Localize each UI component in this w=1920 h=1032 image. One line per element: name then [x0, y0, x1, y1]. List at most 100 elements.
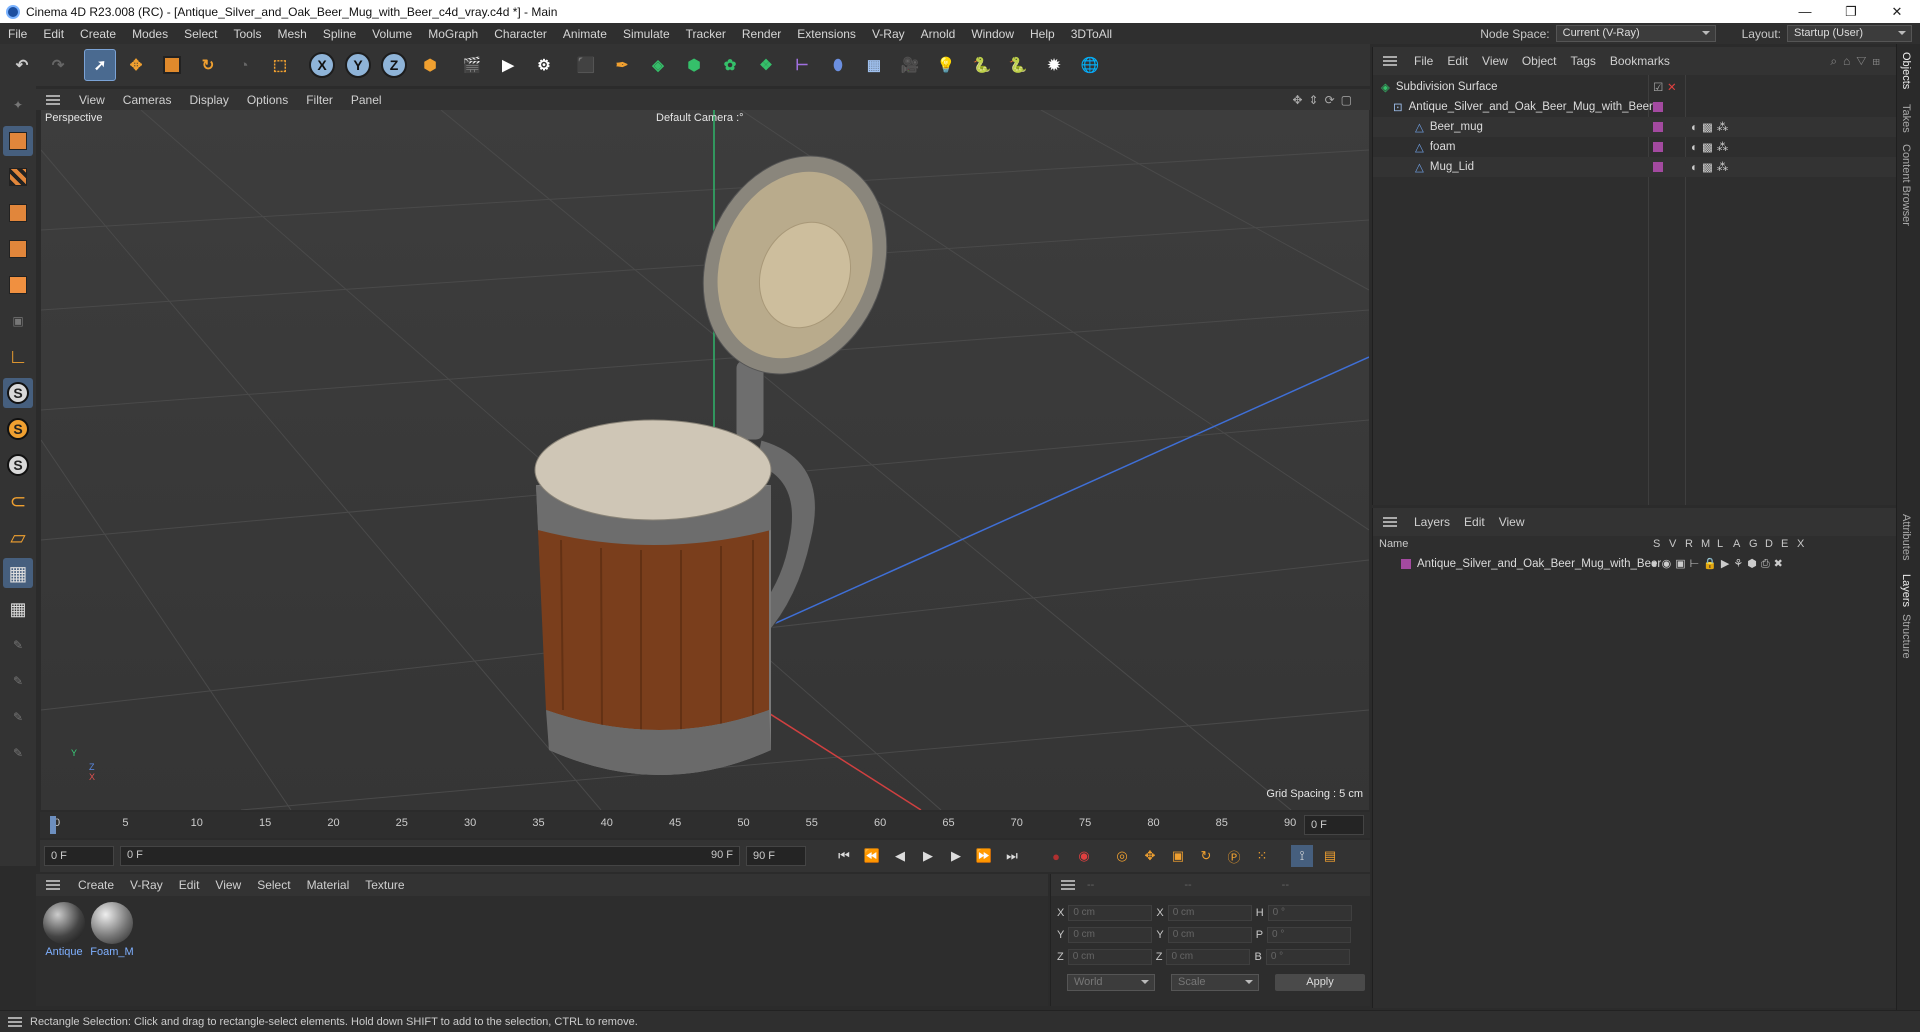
object-name[interactable]: Mug_Lid — [1430, 161, 1474, 173]
key-rotation-icon[interactable]: ↻ — [1195, 845, 1217, 867]
end-frame-field[interactable]: 90 F — [746, 846, 806, 866]
python-script-icon[interactable]: 🐍 — [1002, 49, 1034, 81]
workplane-icon[interactable]: ∟ — [3, 342, 33, 372]
uv-mode-icon[interactable]: ▣ — [3, 306, 33, 336]
node-space-dropdown[interactable]: Current (V-Ray) — [1555, 25, 1716, 42]
recent-tool-icon[interactable]: ◔ — [228, 49, 260, 81]
sculpt-brush-icon[interactable]: ✎ — [3, 630, 33, 660]
size-z-field[interactable]: 0 cm — [1166, 949, 1251, 965]
visibility-check-icon[interactable]: ☑ — [1653, 80, 1663, 94]
rotate-icon[interactable]: ↻ — [192, 49, 224, 81]
menu-select[interactable]: Select — [176, 27, 225, 41]
texture-mode-icon[interactable] — [3, 162, 33, 192]
timeline-ruler[interactable]: 0 5 10 15 20 25 30 35 40 45 50 55 60 65 70 75 80 85 90 0 F — [40, 812, 1370, 838]
scale-icon[interactable] — [156, 49, 188, 81]
key-position-icon[interactable]: ✥ — [1139, 845, 1161, 867]
extrude-icon[interactable]: ⬢ — [678, 49, 710, 81]
viewport-menu-cameras[interactable]: Cameras — [114, 93, 181, 107]
next-key-icon[interactable]: ⏩ — [973, 845, 995, 867]
menu-modes[interactable]: Modes — [124, 27, 176, 41]
obj-menu-view[interactable]: View — [1475, 54, 1515, 68]
layer-color-swatch[interactable] — [1401, 559, 1411, 569]
menu-mesh[interactable]: Mesh — [269, 27, 314, 41]
objects-menu-icon[interactable] — [1383, 56, 1397, 66]
weight-icon[interactable]: ✎ — [3, 702, 33, 732]
coordinate-space-dropdown[interactable]: World — [1067, 974, 1155, 991]
mograph-icon[interactable]: ❖ — [750, 49, 782, 81]
layer-color-tag[interactable] — [1653, 122, 1663, 132]
menu-tools[interactable]: Tools — [225, 27, 269, 41]
vray-settings-icon[interactable]: ✹ — [1038, 49, 1070, 81]
viewport-menu-view[interactable]: View — [70, 93, 114, 107]
menu-mograph[interactable]: MoGraph — [420, 27, 486, 41]
start-frame-field[interactable]: 0 F — [44, 846, 114, 866]
key-scale-icon[interactable]: ▣ — [1167, 845, 1189, 867]
viewport-camera-name[interactable]: Default Camera :° — [656, 112, 744, 124]
minimize-button[interactable]: — — [1782, 0, 1828, 23]
python-icon[interactable]: 🐍 — [966, 49, 998, 81]
move-icon[interactable]: ✥ — [120, 49, 152, 81]
menu-edit[interactable]: Edit — [35, 27, 72, 41]
size-x-field[interactable]: 0 cm — [1167, 905, 1252, 921]
mat-menu-create[interactable]: Create — [70, 878, 122, 892]
rotation-b-field[interactable]: 0 ° — [1265, 949, 1350, 965]
frame-range-slider[interactable]: 0 F 90 F — [120, 846, 740, 866]
axis-x-button[interactable]: X — [306, 49, 338, 81]
material-menu-icon[interactable] — [46, 880, 60, 890]
deformer-icon[interactable]: ⊢ — [786, 49, 818, 81]
layer-color-tag[interactable] — [1653, 142, 1663, 152]
material-tags-icon[interactable]: ◐▩⁂ — [1691, 120, 1732, 134]
axis-y-button[interactable]: Y — [342, 49, 374, 81]
menu-animate[interactable]: Animate — [555, 27, 615, 41]
undo-icon[interactable]: ↶ — [6, 49, 38, 81]
make-editable-icon[interactable]: ✦ — [3, 90, 33, 120]
paint-icon[interactable]: ✎ — [3, 666, 33, 696]
keyframe-selection-icon[interactable]: ◎ — [1111, 845, 1133, 867]
go-to-start-icon[interactable]: ⏮ — [833, 845, 855, 867]
render-settings-icon[interactable]: ⚙ — [528, 49, 560, 81]
close-button[interactable]: ✕ — [1874, 0, 1920, 23]
viewport-menu-panel[interactable]: Panel — [342, 93, 391, 107]
render-view-icon[interactable]: 🎬 — [456, 49, 488, 81]
interpolation-icon[interactable]: ⟟ — [1291, 845, 1313, 867]
play-icon[interactable]: ▶ — [917, 845, 939, 867]
obj-menu-bookmarks[interactable]: Bookmarks — [1603, 54, 1677, 68]
snap-s-icon[interactable]: S — [3, 378, 33, 408]
smooth-icon[interactable]: ✎ — [3, 738, 33, 768]
previous-key-icon[interactable]: ⏪ — [861, 845, 883, 867]
obj-menu-object[interactable]: Object — [1515, 54, 1564, 68]
menu-window[interactable]: Window — [963, 27, 1022, 41]
viewport-menu-filter[interactable]: Filter — [297, 93, 342, 107]
object-row-foam[interactable]: △ foam ◐▩⁂ — [1373, 137, 1897, 157]
go-to-end-icon[interactable]: ⏭ — [1001, 845, 1023, 867]
position-z-field[interactable]: 0 cm — [1067, 949, 1152, 965]
disabled-x-icon[interactable]: ✕ — [1667, 80, 1677, 94]
coordinate-system-icon[interactable]: ⬢ — [414, 49, 446, 81]
key-pla-icon[interactable]: ⁙ — [1251, 845, 1273, 867]
tab-objects[interactable]: Objects — [1900, 52, 1912, 89]
auto-keying-icon[interactable]: ◉ — [1073, 845, 1095, 867]
pen-spline-icon[interactable]: ✒ — [606, 49, 638, 81]
redo-icon[interactable]: ↷ — [42, 49, 74, 81]
playhead-marker[interactable] — [50, 816, 56, 834]
layers-menu-layers[interactable]: Layers — [1407, 515, 1457, 529]
obj-menu-edit[interactable]: Edit — [1440, 54, 1475, 68]
quantize-icon[interactable]: S — [3, 450, 33, 480]
maximize-button[interactable]: ❐ — [1828, 0, 1874, 23]
object-name[interactable]: Beer_mug — [1430, 121, 1483, 133]
object-row-beer-mug[interactable]: △ Beer_mug ◐▩⁂ — [1373, 117, 1897, 137]
search-icon[interactable]: ⌕⌂▽⊞ — [1830, 54, 1886, 69]
field-icon[interactable]: ⬮ — [822, 49, 854, 81]
grid-icon[interactable]: ▦ — [3, 558, 33, 588]
status-menu-icon[interactable] — [8, 1016, 22, 1027]
menu-vray[interactable]: V-Ray — [864, 27, 913, 41]
live-selection-icon[interactable]: ➚ — [84, 49, 116, 81]
menu-render[interactable]: Render — [734, 27, 789, 41]
position-y-field[interactable]: 0 cm — [1068, 927, 1153, 943]
layer-name[interactable]: Antique_Silver_and_Oak_Beer_Mug_with_Bee… — [1417, 558, 1661, 570]
tab-takes[interactable]: Takes — [1900, 104, 1912, 133]
record-keys-icon[interactable]: ● — [1045, 845, 1067, 867]
timeline-window-icon[interactable]: ▤ — [1319, 845, 1341, 867]
object-name[interactable]: foam — [1430, 141, 1456, 153]
viewport-3d[interactable]: Perspective Default Camera :° Grid Spaci… — [41, 110, 1369, 810]
